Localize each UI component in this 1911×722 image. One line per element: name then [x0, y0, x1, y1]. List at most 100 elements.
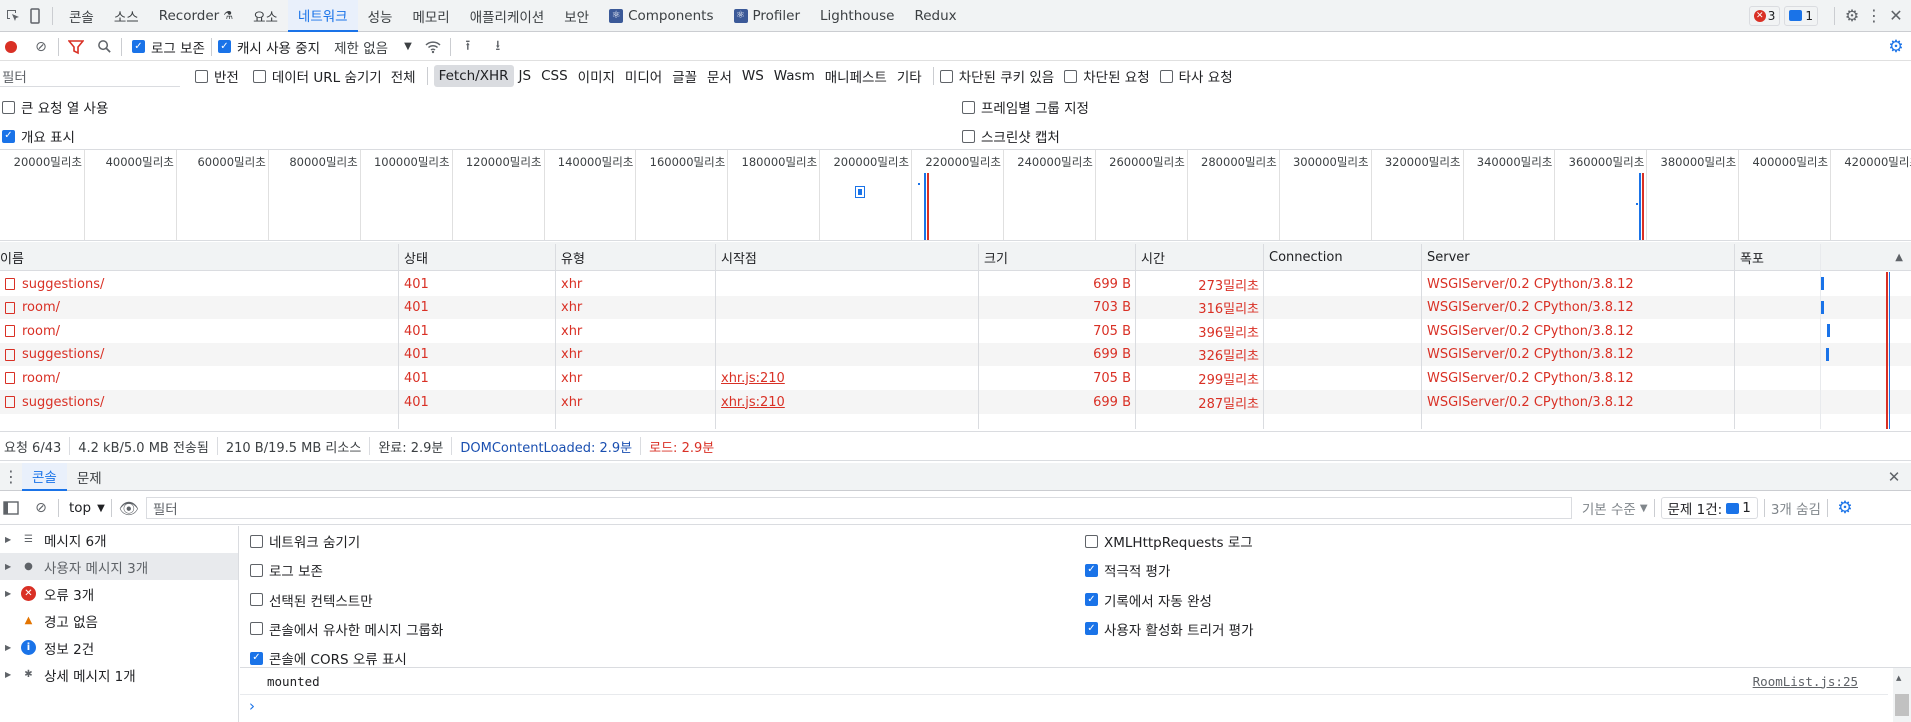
big-request-rows-checkbox[interactable]: 큰 요청 열 사용	[2, 97, 108, 117]
sidebar-item[interactable]: ▶ ✱ 상세 메시지 1개	[0, 661, 238, 688]
network-conditions-icon[interactable]	[422, 36, 444, 58]
disable-cache-checkbox[interactable]: ✓ 캐시 사용 중지	[217, 37, 320, 57]
tab-redux[interactable]: Redux	[904, 0, 966, 32]
cell-initiator[interactable]	[716, 296, 979, 320]
column-header-server[interactable]: Server	[1422, 244, 1735, 270]
hide-data-urls-checkbox[interactable]: 데이터 URL 숨기기	[252, 66, 382, 86]
tab-components[interactable]: ⚛ Components	[599, 0, 723, 32]
cell-initiator-text[interactable]: xhr.js:210	[721, 371, 785, 386]
console-option-checkbox[interactable]: ✓ 사용자 활성화 트리거 평가	[1085, 619, 1254, 639]
close-drawer-icon[interactable]: ✕	[1883, 466, 1905, 488]
checkbox[interactable]	[1159, 69, 1173, 83]
checkbox-checked[interactable]: ✓	[1085, 622, 1098, 636]
gear-icon[interactable]: ⚙	[1841, 5, 1863, 27]
column-header-time[interactable]: 시간	[1136, 244, 1264, 270]
checkbox[interactable]	[1085, 534, 1098, 548]
expand-arrow-icon[interactable]: ▶	[5, 670, 19, 679]
device-toolbar-icon[interactable]	[24, 5, 46, 27]
sidebar-item[interactable]: ▶ ✕ 오류 3개	[0, 580, 238, 607]
tab-console[interactable]: 콘솔	[59, 0, 104, 32]
tab-application[interactable]: 애플리케이션	[460, 0, 555, 32]
download-icon[interactable]: ⭳	[487, 36, 509, 58]
checkbox-checked[interactable]: ✓	[250, 651, 263, 665]
drawer-tab-issues[interactable]: 문제	[67, 463, 112, 491]
sidebar-item[interactable]: ▶ i 정보 2건	[0, 634, 238, 661]
filter-type-wasm[interactable]: Wasm	[769, 65, 820, 87]
column-header-status[interactable]: 상태	[399, 244, 556, 270]
checkbox[interactable]	[250, 534, 263, 548]
checkbox-checked[interactable]: ✓	[217, 40, 231, 53]
checkbox[interactable]	[962, 100, 975, 114]
clear-console-icon[interactable]: ⊘	[30, 497, 52, 519]
sidebar-item[interactable]: ▶ ☰ 메시지 6개	[0, 526, 238, 553]
upload-icon[interactable]: ⭱	[457, 36, 479, 58]
column-header-connection[interactable]: Connection	[1264, 244, 1422, 270]
cell-name[interactable]: room/	[0, 366, 398, 390]
tab-lighthouse[interactable]: Lighthouse	[810, 0, 904, 32]
third-party-checkbox[interactable]: 타사 요청	[1159, 66, 1233, 86]
cell-name-text[interactable]: room/	[22, 371, 60, 386]
filter-type-ws[interactable]: WS	[737, 65, 769, 87]
expand-arrow-icon[interactable]: ▶	[5, 643, 19, 652]
tab-network[interactable]: 네트워크	[287, 0, 358, 32]
blocked-cookies-checkbox[interactable]: 차단된 쿠키 있음	[939, 66, 1054, 86]
filter-type-media[interactable]: 미디어	[620, 65, 667, 87]
filter-type-other[interactable]: 기타	[892, 65, 927, 87]
filter-input[interactable]: 필터	[0, 65, 180, 87]
filter-type-doc[interactable]: 문서	[702, 65, 737, 87]
cell-name-text[interactable]: room/	[22, 300, 60, 315]
checkbox[interactable]	[195, 69, 208, 83]
scroll-up-icon[interactable]: ▲	[1896, 674, 1901, 682]
group-by-frame-checkbox[interactable]: 프레임별 그룹 지정	[962, 97, 1089, 117]
console-filter-input[interactable]: 필터	[145, 497, 1572, 519]
tab-memory[interactable]: 메모리	[402, 0, 459, 32]
error-count-badge[interactable]: ✕ 3	[1748, 5, 1781, 26]
sidebar-toggle-icon[interactable]	[0, 497, 22, 519]
console-option-checkbox[interactable]: XMLHttpRequests 로그	[1085, 531, 1253, 551]
search-icon[interactable]	[93, 36, 115, 58]
show-overview-checkbox[interactable]: ✓ 개요 표시	[2, 126, 75, 146]
tab-profiler[interactable]: ⚛ Profiler	[724, 0, 811, 32]
console-message-source-link[interactable]: RoomList.js:25	[1753, 674, 1858, 689]
context-select[interactable]: top ▼	[69, 500, 105, 516]
log-level-select[interactable]: 기본 수준 ▼	[1582, 498, 1648, 518]
cell-name[interactable]: room/	[0, 319, 398, 343]
filter-type-img[interactable]: 이미지	[573, 65, 620, 87]
checkbox[interactable]	[250, 622, 263, 636]
filter-type-fetch-xhr[interactable]: Fetch/XHR	[433, 65, 514, 87]
column-header-initiator[interactable]: 시작점	[716, 244, 979, 270]
scrollbar-thumb[interactable]	[1895, 694, 1909, 716]
tab-performance[interactable]: 성능	[358, 0, 403, 32]
drawer-tab-console[interactable]: 콘솔	[22, 462, 67, 491]
column-header-waterfall[interactable]: 폭포 ▲	[1735, 244, 1911, 270]
cell-initiator[interactable]: xhr.js:210	[716, 366, 979, 390]
cell-initiator-text[interactable]: xhr.js:210	[721, 395, 785, 410]
tab-sources[interactable]: 소스	[104, 0, 149, 32]
cell-name-text[interactable]: suggestions/	[22, 395, 104, 410]
tab-security[interactable]: 보안	[554, 0, 599, 32]
filter-type-css[interactable]: CSS	[536, 65, 573, 87]
record-icon[interactable]	[0, 36, 22, 58]
cell-initiator[interactable]	[716, 272, 979, 296]
checkbox[interactable]	[962, 129, 975, 143]
eye-icon[interactable]: 👁	[118, 497, 140, 519]
cell-name-text[interactable]: suggestions/	[22, 277, 104, 292]
expand-arrow-icon[interactable]: ▶	[5, 535, 19, 544]
checkbox-checked[interactable]: ✓	[1085, 563, 1098, 577]
tab-elements[interactable]: 요소	[243, 0, 288, 32]
capture-screenshots-checkbox[interactable]: 스크린샷 캡처	[962, 126, 1060, 146]
sidebar-item[interactable]: ▶ ● 사용자 메시지 3개	[0, 553, 238, 580]
more-vertical-icon[interactable]: ⋮	[1863, 5, 1885, 27]
inspect-element-icon[interactable]	[2, 5, 24, 27]
console-option-checkbox[interactable]: 로그 보존	[250, 560, 323, 580]
more-vertical-icon[interactable]: ⋮	[0, 466, 22, 488]
filter-type-font[interactable]: 글꼴	[667, 65, 702, 87]
checkbox[interactable]	[1064, 69, 1078, 83]
checkbox[interactable]	[2, 100, 15, 114]
console-option-checkbox[interactable]: ✓ 적극적 평가	[1085, 560, 1170, 580]
console-scrollbar[interactable]: ▲	[1893, 668, 1911, 722]
column-header-name[interactable]: 이름	[0, 244, 399, 270]
filter-icon[interactable]	[65, 36, 87, 58]
cell-name[interactable]: suggestions/	[0, 272, 398, 296]
issues-button[interactable]: 문제 1건: 1	[1660, 497, 1758, 519]
